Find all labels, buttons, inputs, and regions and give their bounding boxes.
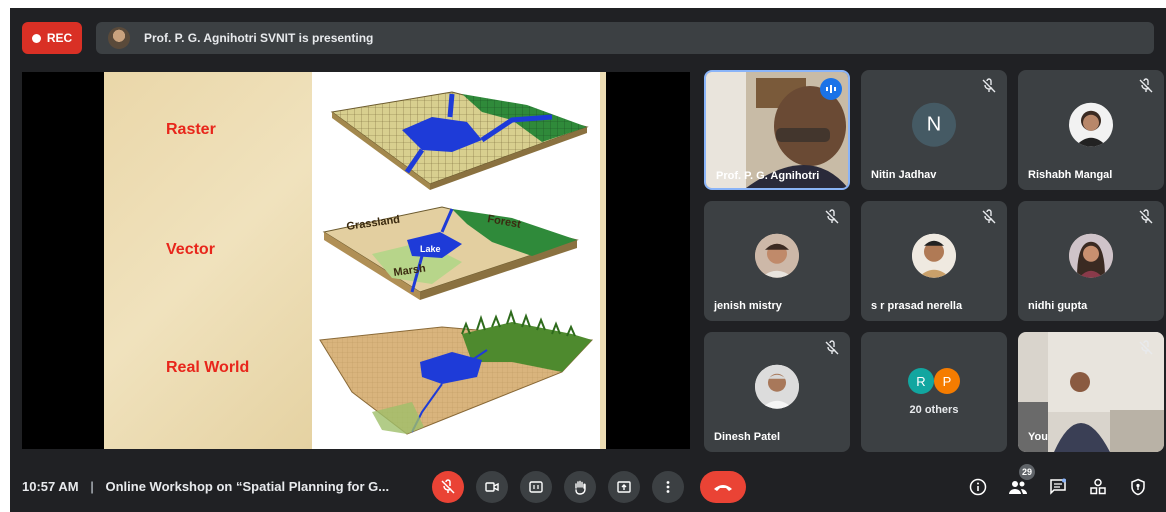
meeting-details[interactable]: 10:57 AM | Online Workshop on “Spatial P… xyxy=(22,479,389,494)
present-icon xyxy=(617,481,631,493)
more-options-button[interactable] xyxy=(652,471,684,503)
participant-name: Rishabh Mangal xyxy=(1028,169,1113,181)
shield-icon xyxy=(1131,478,1145,496)
mic-off-icon xyxy=(441,479,455,494)
avatar xyxy=(912,233,956,278)
info-icon xyxy=(969,478,987,496)
captions-button[interactable] xyxy=(520,471,552,503)
gis-models-illustration: Grassland Forest Lake Marsh xyxy=(319,91,594,435)
participant-name: Nitin Jadhav xyxy=(871,169,937,181)
chat-icon xyxy=(1050,478,1066,495)
avatar: N xyxy=(912,102,956,147)
presenting-text: Prof. P. G. Agnihotri SVNIT is presentin… xyxy=(144,31,374,45)
vector-layer: Grassland Forest Lake Marsh xyxy=(322,206,579,300)
participant-tile-dinesh-patel[interactable]: Dinesh Patel xyxy=(704,332,850,452)
presenter-avatar xyxy=(108,27,130,49)
mic-off-icon xyxy=(1139,78,1153,93)
participant-tile-you[interactable]: You xyxy=(1018,332,1164,452)
real-world-layer xyxy=(319,308,594,435)
avatar xyxy=(755,364,799,409)
avatar xyxy=(1069,102,1113,147)
speaking-indicator-icon xyxy=(820,78,842,100)
participant-tile-nitin-jadhav[interactable]: N Nitin Jadhav xyxy=(861,70,1007,190)
mic-off-icon xyxy=(982,209,996,224)
presenting-banner: Prof. P. G. Agnihotri SVNIT is presentin… xyxy=(96,22,1154,54)
avatar-p: P xyxy=(934,368,960,394)
host-controls-button[interactable] xyxy=(1126,475,1150,499)
slide: Grassland Forest Lake Marsh Raster Vecto… xyxy=(104,72,606,449)
participant-tile-jenish-mistry[interactable]: jenish mistry xyxy=(704,201,850,321)
slide-label-vector: Vector xyxy=(166,241,215,258)
activities-button[interactable] xyxy=(1086,475,1110,499)
slide-label-real-world: Real World xyxy=(166,359,250,376)
raster-layer xyxy=(330,91,589,190)
mic-off-icon xyxy=(825,209,839,224)
participant-name: Prof. P. G. Agnihotri xyxy=(716,170,820,182)
people-icon xyxy=(1009,481,1027,494)
participant-name: nidhi gupta xyxy=(1028,300,1088,312)
recording-indicator[interactable]: REC xyxy=(22,22,82,54)
record-dot-icon xyxy=(31,33,41,43)
participant-tile-sr-prasad-nerella[interactable]: s r prasad nerella xyxy=(861,201,1007,321)
participant-name: jenish mistry xyxy=(714,300,782,312)
phone-hangup-icon xyxy=(714,485,732,491)
leave-call-button[interactable] xyxy=(700,471,746,503)
hand-icon xyxy=(575,480,586,495)
avatar-r: R xyxy=(908,368,934,394)
captions-icon xyxy=(529,481,543,493)
mic-off-icon xyxy=(1139,209,1153,224)
present-button[interactable] xyxy=(608,471,640,503)
participant-tile-presenter[interactable]: Prof. P. G. Agnihotri xyxy=(704,70,850,190)
participant-tile-nidhi-gupta[interactable]: nidhi gupta xyxy=(1018,201,1164,321)
participant-count-badge: 29 xyxy=(1019,464,1035,480)
presentation-stage[interactable]: Grassland Forest Lake Marsh Raster Vecto… xyxy=(22,72,690,449)
activities-icon xyxy=(1090,478,1106,495)
participant-tile-rishabh-mangal[interactable]: Rishabh Mangal xyxy=(1018,70,1164,190)
others-count-label: 20 others xyxy=(909,404,959,416)
chat-button[interactable] xyxy=(1046,475,1070,499)
mic-off-icon xyxy=(982,78,996,93)
mic-off-icon xyxy=(825,340,839,355)
mic-off-icon xyxy=(1139,340,1153,355)
camera-toggle-button[interactable] xyxy=(476,471,508,503)
rec-label: REC xyxy=(46,31,73,45)
more-vert-icon xyxy=(666,481,670,493)
avatar xyxy=(1069,233,1113,278)
avatar xyxy=(755,233,799,278)
current-time: 10:57 AM xyxy=(22,479,79,494)
raise-hand-button[interactable] xyxy=(564,471,596,503)
participant-name: You xyxy=(1028,431,1048,443)
participant-name: s r prasad nerella xyxy=(871,300,963,312)
meet-window: REC Prof. P. G. Agnihotri SVNIT is prese… xyxy=(10,8,1166,512)
separator: | xyxy=(90,479,94,494)
camera-icon xyxy=(485,482,499,492)
bottom-bar: 10:57 AM | Online Workshop on “Spatial P… xyxy=(10,461,1166,512)
meeting-info-button[interactable] xyxy=(966,475,990,499)
mic-toggle-button[interactable] xyxy=(432,471,464,503)
participant-name: Dinesh Patel xyxy=(714,431,781,443)
map-label-lake: Lake xyxy=(420,244,441,254)
participant-tile-others[interactable]: R P 20 others xyxy=(861,332,1007,452)
slide-figure-panel: Grassland Forest Lake Marsh xyxy=(312,72,600,449)
meeting-title: Online Workshop on “Spatial Planning for… xyxy=(105,479,390,494)
slide-label-raster: Raster xyxy=(166,121,216,138)
